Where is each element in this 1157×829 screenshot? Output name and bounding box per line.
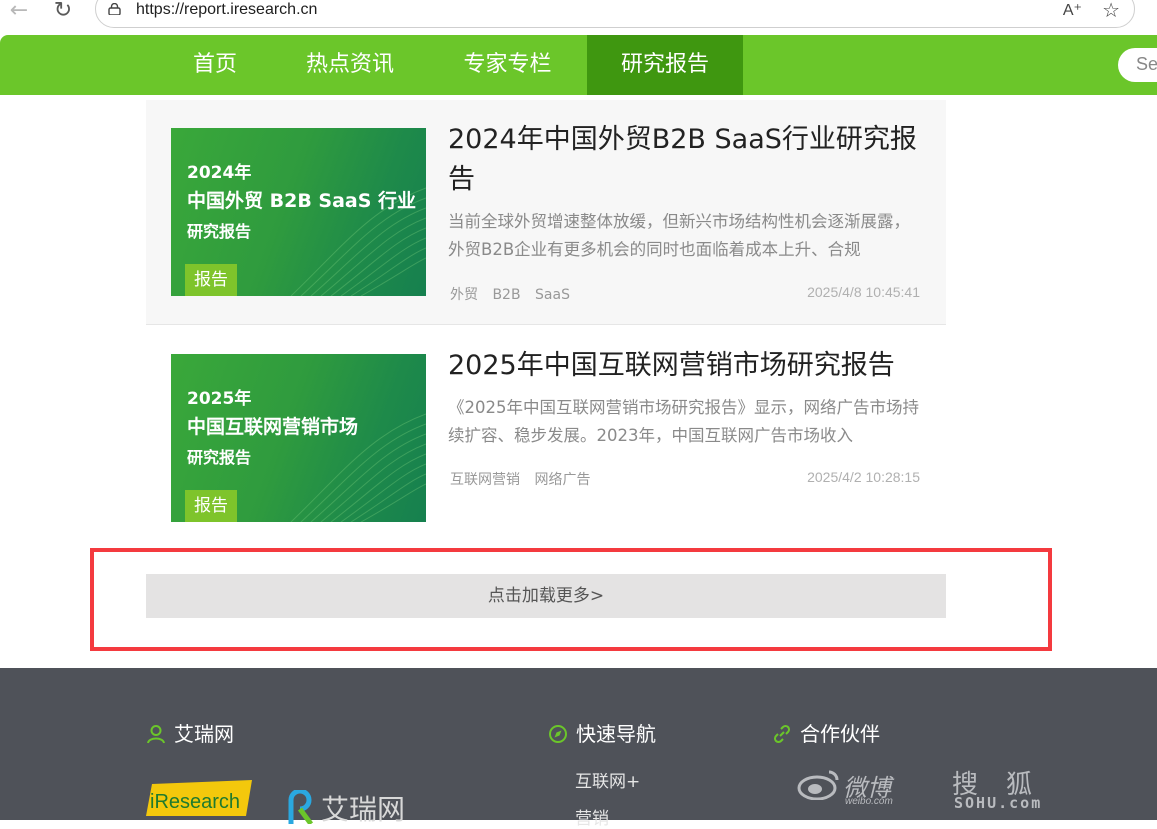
footer-nav-link[interactable]: 营销: [575, 804, 609, 829]
nav-item-expert-column[interactable]: 专家专栏: [440, 35, 575, 95]
iresearch-logo[interactable]: iResearch: [146, 780, 252, 820]
tag-link[interactable]: 外贸: [450, 287, 478, 303]
tag-link[interactable]: 互联网营销: [450, 472, 520, 488]
tag-link[interactable]: B2B: [492, 287, 520, 303]
thumbnail-title: 中国互联网营销市场: [187, 416, 359, 438]
load-more-button[interactable]: 点击加载更多>: [146, 574, 946, 618]
link-icon: [773, 724, 791, 744]
nav-item-home[interactable]: 首页: [165, 35, 265, 95]
footer-col-iresearch: 艾瑞网: [146, 718, 234, 747]
footer-nav-link[interactable]: 互联网+: [575, 767, 640, 792]
report-badge: 报告: [185, 264, 237, 296]
nav-item-hot-news[interactable]: 热点资讯: [285, 35, 415, 95]
report-badge: 报告: [185, 490, 237, 522]
report-date: 2025/4/8 10:45:41: [807, 284, 920, 300]
footer-heading: 快速导航: [576, 722, 656, 746]
tag-link[interactable]: SaaS: [535, 287, 570, 303]
report-summary: 当前全球外贸增速整体放缓，但新兴市场结构性机会逐渐展露，外贸B2B企业有更多机会…: [448, 212, 910, 259]
user-icon: [147, 725, 165, 744]
report-list-item[interactable]: 2025年 中国互联网营销市场 研究报告 报告 2025年中国互联网营销市场研究…: [146, 326, 946, 546]
sohu-domain: SOHU.com: [954, 794, 1043, 812]
address-bar[interactable]: https://report.iresearch.cn A⁺ ☆: [95, 0, 1135, 28]
report-thumbnail[interactable]: 2025年 中国互联网营销市场 研究报告 报告: [171, 354, 426, 522]
thumbnail-title: 中国外贸 B2B SaaS 行业: [187, 190, 417, 212]
footer-heading: 艾瑞网: [174, 722, 234, 746]
report-title[interactable]: 2024年中国外贸B2B SaaS行业研究报告: [448, 120, 928, 200]
search-input[interactable]: Se: [1118, 48, 1157, 82]
favorite-star-icon[interactable]: ☆: [1102, 0, 1120, 22]
report-summary: 《2025年中国互联网营销市场研究报告》显示，网络广告市场持续扩容、稳步发展。2…: [448, 398, 919, 445]
lock-icon: [108, 3, 121, 15]
reload-icon[interactable]: ↻: [50, 0, 76, 24]
thumbnail-subtitle: 研究报告: [187, 448, 252, 467]
url-text: https://report.iresearch.cn: [136, 1, 318, 18]
search-placeholder: Se: [1136, 54, 1157, 74]
footer-col-quick-nav: 快速导航: [548, 718, 656, 747]
airui-logo-text: 艾瑞网: [321, 793, 406, 826]
nav-item-research-reports[interactable]: 研究报告: [587, 35, 743, 95]
weibo-domain: weibo.com: [845, 796, 893, 807]
thumbnail-year: 2024年: [187, 163, 252, 183]
browser-toolbar: ← ↻ https://report.iresearch.cn A⁺ ☆: [0, 0, 1157, 30]
weibo-icon: [797, 770, 839, 801]
iresearch-logo-text: iResearch: [150, 791, 240, 813]
report-title[interactable]: 2025年中国互联网营销市场研究报告: [448, 346, 928, 386]
compass-icon: [549, 725, 567, 743]
weibo-logo[interactable]: 微博 weibo.com: [797, 768, 893, 807]
report-date: 2025/4/2 10:28:15: [807, 469, 920, 485]
back-arrow-icon[interactable]: ←: [6, 0, 32, 24]
main-nav: 首页 热点资讯 专家专栏 研究报告 Se: [0, 35, 1157, 95]
read-aloud-icon[interactable]: A⁺: [1063, 0, 1082, 20]
thumbnail-year: 2025年: [187, 389, 252, 409]
thumbnail-subtitle: 研究报告: [187, 222, 252, 241]
report-list-item[interactable]: 2024年 中国外贸 B2B SaaS 行业 研究报告 报告 2024年中国外贸…: [146, 100, 946, 325]
report-tags: 外贸 B2B SaaS: [450, 284, 580, 304]
report-thumbnail[interactable]: 2024年 中国外贸 B2B SaaS 行业 研究报告 报告: [171, 128, 426, 296]
airui-logo-mark: [288, 790, 314, 824]
footer-col-partners: 合作伙伴: [772, 718, 880, 747]
footer-heading: 合作伙伴: [800, 722, 880, 746]
tag-link[interactable]: 网络广告: [534, 472, 590, 488]
report-tags: 互联网营销 网络广告: [450, 469, 600, 489]
site-footer: 艾瑞网 快速导航 合作伙伴 互联网+ 营销 iResearch 艾瑞网 微博 w…: [0, 668, 1157, 829]
